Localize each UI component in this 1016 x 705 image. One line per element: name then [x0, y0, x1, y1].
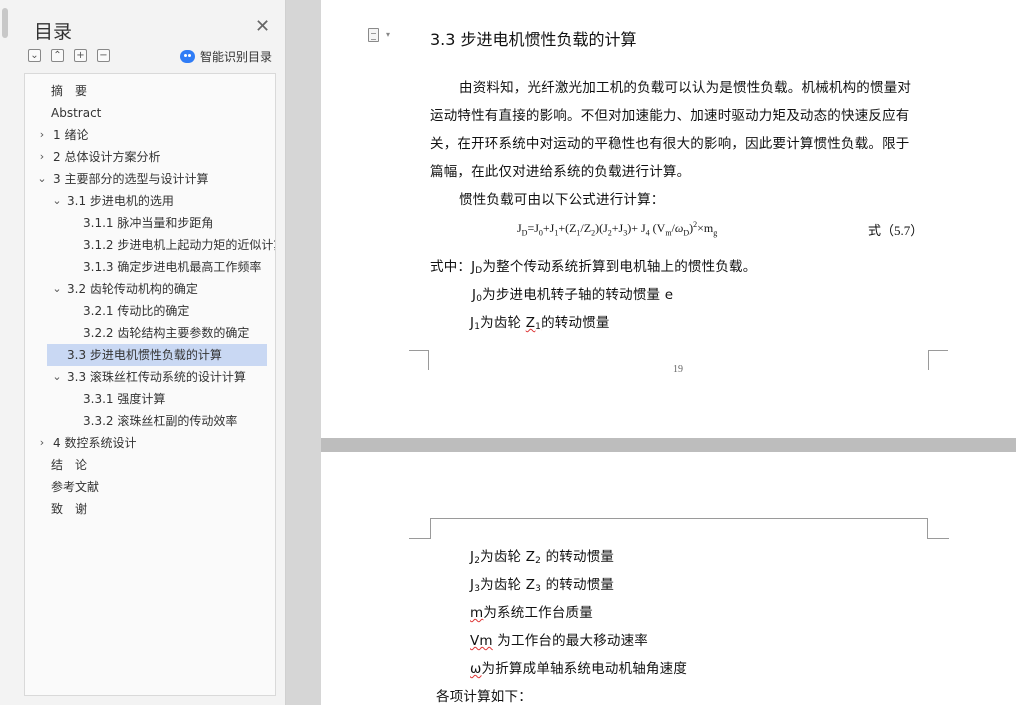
toc-item[interactable]: ⌄ 3.3 滚珠丝杠传动系统的设计计算	[25, 366, 275, 388]
page-header-border	[430, 518, 928, 539]
toc-item[interactable]: 3.2.2 齿轮结构主要参数的确定	[25, 322, 275, 344]
toc-panel: 摘 要 Abstract › 1 绪论 › 2 总体设计方案分析 ⌄ 3 主要部分的选型与设计…	[24, 73, 276, 696]
toc-item-label: 1 绪论	[53, 128, 89, 142]
variable-line: J0为步进电机转子轴的转动惯量 e	[472, 287, 674, 304]
toc-item[interactable]: 3.3 步进电机惯性负载的计算	[47, 344, 267, 366]
toc-item[interactable]: 3.1.3 确定步进电机最高工作频率	[25, 256, 275, 278]
toc-item-label: 2 总体设计方案分析	[53, 150, 161, 164]
close-icon[interactable]: ✕	[255, 17, 270, 37]
toc-item[interactable]: › 1 绪论	[25, 124, 275, 146]
expand-up-icon[interactable]: ⌃	[51, 49, 64, 62]
formula-number: 式（5.7）	[868, 223, 924, 238]
page-corner-mark	[409, 538, 430, 539]
sidebar-scrollbar[interactable]	[2, 8, 8, 38]
toc-item-label: 3 主要部分的选型与设计计算	[53, 172, 209, 186]
paragraph-line: 惯性负载可由以下公式进行计算：	[459, 192, 665, 208]
sidebar-title: 目录	[34, 21, 73, 43]
toc-item[interactable]: 摘 要	[25, 80, 275, 102]
variable-line: J2为齿轮 Z2 的转动惯量	[470, 549, 615, 566]
toc-item[interactable]: › 4 数控系统设计	[25, 432, 275, 454]
smart-toc-button[interactable]: 智能识别目录	[180, 48, 272, 65]
toc-list: 摘 要 Abstract › 1 绪论 › 2 总体设计方案分析 ⌄ 3 主要部分的选型与设计…	[25, 80, 275, 520]
smart-toc-icon	[180, 50, 195, 63]
paragraph-line: 各项计算如下：	[436, 689, 532, 705]
chevron-right-icon[interactable]: ›	[36, 146, 48, 168]
variable-line: J1为齿轮 Z1的转动惯量	[470, 315, 610, 332]
page-corner-mark	[409, 350, 429, 370]
paragraph-line: 由资料知，光纤激光加工机的负载可以认为是惯性负载。机械机构的惯量对	[459, 80, 912, 96]
chevron-down-icon[interactable]: ⌄	[36, 168, 48, 190]
toc-item-label: 3.2.2 齿轮结构主要参数的确定	[83, 326, 250, 340]
where-line: 式中：JD为整个传动系统折算到电机轴上的惯性负载。	[430, 259, 757, 276]
document-page-1	[321, 0, 1016, 438]
chevron-down-icon[interactable]: ▾	[386, 30, 390, 39]
toc-item-label: 3.1 步进电机的选用	[67, 194, 174, 208]
page-separator	[321, 438, 1016, 452]
toc-item-label: 3.1.1 脉冲当量和步距角	[83, 216, 214, 230]
toc-item-label: 3.3 滚珠丝杠传动系统的设计计算	[67, 370, 246, 384]
toc-item[interactable]: 参考文献	[25, 476, 275, 498]
chevron-down-icon[interactable]: ⌄	[51, 190, 63, 212]
add-heading-icon[interactable]: +	[74, 49, 87, 62]
toc-item[interactable]: 结 论	[25, 454, 275, 476]
toc-item[interactable]: › 2 总体设计方案分析	[25, 146, 275, 168]
variable-line: Vm 为工作台的最大移动速率	[470, 633, 648, 649]
toc-item[interactable]: 3.3.2 滚珠丝杠副的传动效率	[25, 410, 275, 432]
variable-line: J3为齿轮 Z3 的转动惯量	[470, 577, 615, 594]
toc-item[interactable]: 3.1.1 脉冲当量和步距角	[25, 212, 275, 234]
chevron-right-icon[interactable]: ›	[36, 432, 48, 454]
toc-item-label: 3.3.2 滚珠丝杠副的传动效率	[83, 414, 238, 428]
toc-item-label: 参考文献	[51, 480, 100, 494]
toc-item-label: 3.3 步进电机惯性负载的计算	[67, 348, 222, 362]
collapse-icon[interactable]: ⌄	[28, 49, 41, 62]
inertia-formula: JD=J0+J1+(Z1/Z2)(J2+J3)+ J4 (Vm/ωD)2×mg	[517, 220, 718, 238]
variable-line: m为系统工作台质量	[470, 605, 593, 621]
toc-item-label: 结 论	[51, 458, 88, 472]
toc-item[interactable]: ⌄ 3.1 步进电机的选用	[25, 190, 275, 212]
chevron-down-icon[interactable]: ⌄	[51, 278, 63, 300]
toc-item[interactable]: Abstract	[25, 102, 275, 124]
document-icon[interactable]	[368, 28, 379, 42]
remove-heading-icon[interactable]: −	[97, 49, 110, 62]
toc-item-label: 致 谢	[51, 502, 88, 516]
smart-toc-label: 智能识别目录	[200, 50, 273, 64]
toc-item-label: 3.1.2 步进电机上起动力矩的近似计算	[83, 238, 275, 252]
toc-item-label: Abstract	[51, 106, 102, 120]
toc-item-label: 3.1.3 确定步进电机最高工作频率	[83, 260, 262, 274]
toc-item-label: 4 数控系统设计	[53, 436, 137, 450]
chevron-right-icon[interactable]: ›	[36, 124, 48, 146]
paragraph-line: 运动特性有直接的影响。不但对加速能力、加速时驱动力矩及动态的快速反应有	[430, 108, 910, 124]
section-heading: 3.3 步进电机惯性负载的计算	[430, 30, 637, 49]
toc-sidebar: 目录 ✕ ⌄ ⌃ + − 智能识别目录 摘 要 Abstract › 1 绪论 › 2 总…	[0, 0, 286, 705]
page-corner-mark	[928, 538, 949, 539]
paragraph-line: 关，在开环系统中对运动的平稳性也有很大的影响，因此要计算惯性负载。限于	[430, 136, 910, 152]
page-number: 19	[673, 364, 683, 375]
toc-item[interactable]: ⌄ 3.2 齿轮传动机构的确定	[25, 278, 275, 300]
toc-toolbar: ⌄ ⌃ + −	[28, 49, 110, 62]
chevron-down-icon[interactable]: ⌄	[51, 366, 63, 388]
toc-item[interactable]: 致 谢	[25, 498, 275, 520]
variable-line: ω为折算成单轴系统电动机轴角速度	[470, 661, 688, 677]
toc-item-label: 3.3.1 强度计算	[83, 392, 166, 406]
paragraph-line: 篇幅，在此仅对进给系统的负载进行计算。	[430, 164, 691, 180]
toc-item[interactable]: 3.3.1 强度计算	[25, 388, 275, 410]
toc-item[interactable]: 3.2.1 传动比的确定	[25, 300, 275, 322]
toc-item-label: 摘 要	[51, 84, 88, 98]
toc-item-label: 3.2 齿轮传动机构的确定	[67, 282, 198, 296]
page-corner-mark	[928, 350, 948, 370]
toc-item-label: 3.2.1 传动比的确定	[83, 304, 190, 318]
toc-item[interactable]: ⌄ 3 主要部分的选型与设计计算	[25, 168, 275, 190]
toc-item[interactable]: 3.1.2 步进电机上起动力矩的近似计算	[25, 234, 275, 256]
